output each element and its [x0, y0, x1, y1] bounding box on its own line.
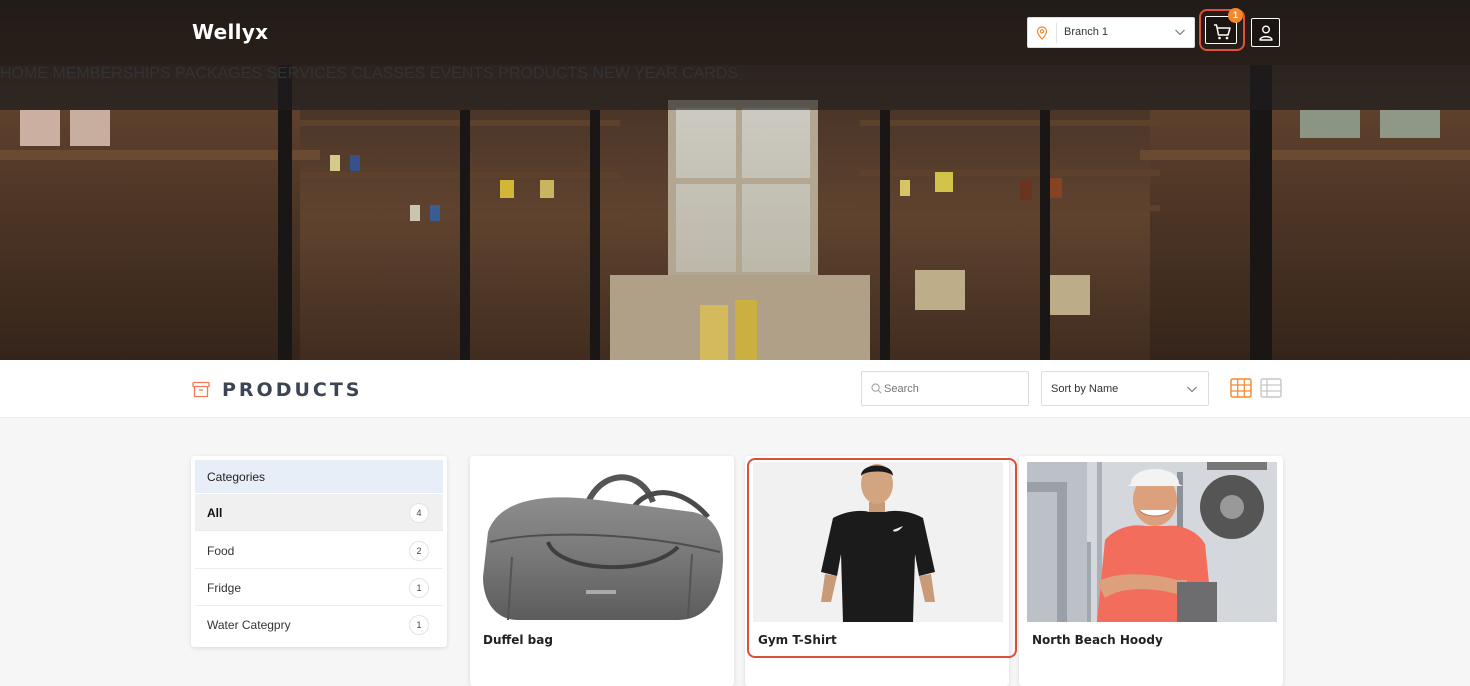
product-image — [1027, 462, 1277, 622]
branch-select[interactable]: Branch 1 — [1027, 17, 1195, 48]
category-label: Food — [207, 544, 235, 558]
search-icon — [871, 383, 882, 394]
north-beach-hoody-image — [1027, 462, 1277, 622]
branch-select-value: Branch 1 — [1064, 26, 1109, 38]
nav-events[interactable]: EVENTS — [430, 65, 494, 82]
category-count-badge: 4 — [409, 503, 429, 523]
nav-memberships[interactable]: MEMBERSHIPS — [52, 65, 170, 82]
gym-tshirt-image — [753, 462, 1003, 622]
duffel-bag-image — [483, 474, 723, 621]
categories-panel: Categories All 4 Food 2 Fridge 1 Water C… — [191, 456, 447, 647]
sort-select[interactable]: Sort by Name — [1041, 371, 1209, 406]
nav-new-year-cards[interactable]: NEW YEAR CARDS — [593, 65, 739, 82]
product-image — [753, 462, 1003, 622]
user-account-button[interactable] — [1251, 18, 1280, 47]
top-bar: Wellyx Branch 1 1 — [0, 0, 1470, 65]
category-label: Water Categpry — [207, 618, 291, 632]
category-item-water-category[interactable]: Water Categpry 1 — [195, 606, 443, 643]
page-title: PRODUCTS — [222, 379, 363, 401]
product-card[interactable]: Duffel bag — [470, 456, 734, 686]
search-box[interactable] — [861, 371, 1029, 406]
cart-count-badge: 1 — [1228, 8, 1243, 23]
sort-select-value: Sort by Name — [1051, 383, 1119, 395]
list-view-icon[interactable] — [1260, 378, 1282, 398]
category-label: Fridge — [207, 581, 242, 595]
nav-packages[interactable]: PACKAGES — [175, 65, 262, 82]
nav-products[interactable]: PRODUCTS — [498, 65, 588, 82]
branch-divider — [1056, 23, 1057, 43]
category-count-badge: 1 — [409, 578, 429, 598]
product-name: Duffel bag — [483, 633, 553, 647]
category-count-badge: 1 — [409, 615, 429, 635]
categories-header: Categories — [195, 460, 443, 493]
brand-logo[interactable]: Wellyx — [192, 20, 268, 44]
category-label: All — [207, 506, 223, 520]
category-count-badge: 2 — [409, 541, 429, 561]
product-name: North Beach Hoody — [1032, 633, 1163, 647]
category-item-fridge[interactable]: Fridge 1 — [195, 569, 443, 606]
nav-services[interactable]: SERVICES — [266, 65, 347, 82]
nav-classes[interactable]: CLASSES — [352, 65, 426, 82]
categories-title: Categories — [207, 470, 266, 484]
category-item-food[interactable]: Food 2 — [195, 532, 443, 569]
category-item-all[interactable]: All 4 — [195, 494, 443, 531]
search-input[interactable] — [884, 380, 1019, 398]
products-header: PRODUCTS Sort by Name — [0, 360, 1470, 418]
location-pin-icon — [1036, 26, 1048, 40]
archive-box-icon — [192, 381, 210, 398]
chevron-down-icon — [1175, 29, 1185, 36]
chevron-down-icon — [1187, 386, 1197, 393]
product-name: Gym T-Shirt — [758, 633, 837, 647]
grid-view-icon[interactable] — [1230, 378, 1252, 398]
product-card[interactable]: North Beach Hoody — [1019, 456, 1283, 686]
user-icon — [1259, 25, 1273, 41]
main-nav: HOME MEMBERSHIPS PACKAGES SERVICES CLASS… — [0, 65, 1470, 110]
nav-home[interactable]: HOME — [0, 65, 48, 82]
product-image — [478, 462, 728, 622]
product-card[interactable]: Gym T-Shirt — [745, 456, 1009, 686]
